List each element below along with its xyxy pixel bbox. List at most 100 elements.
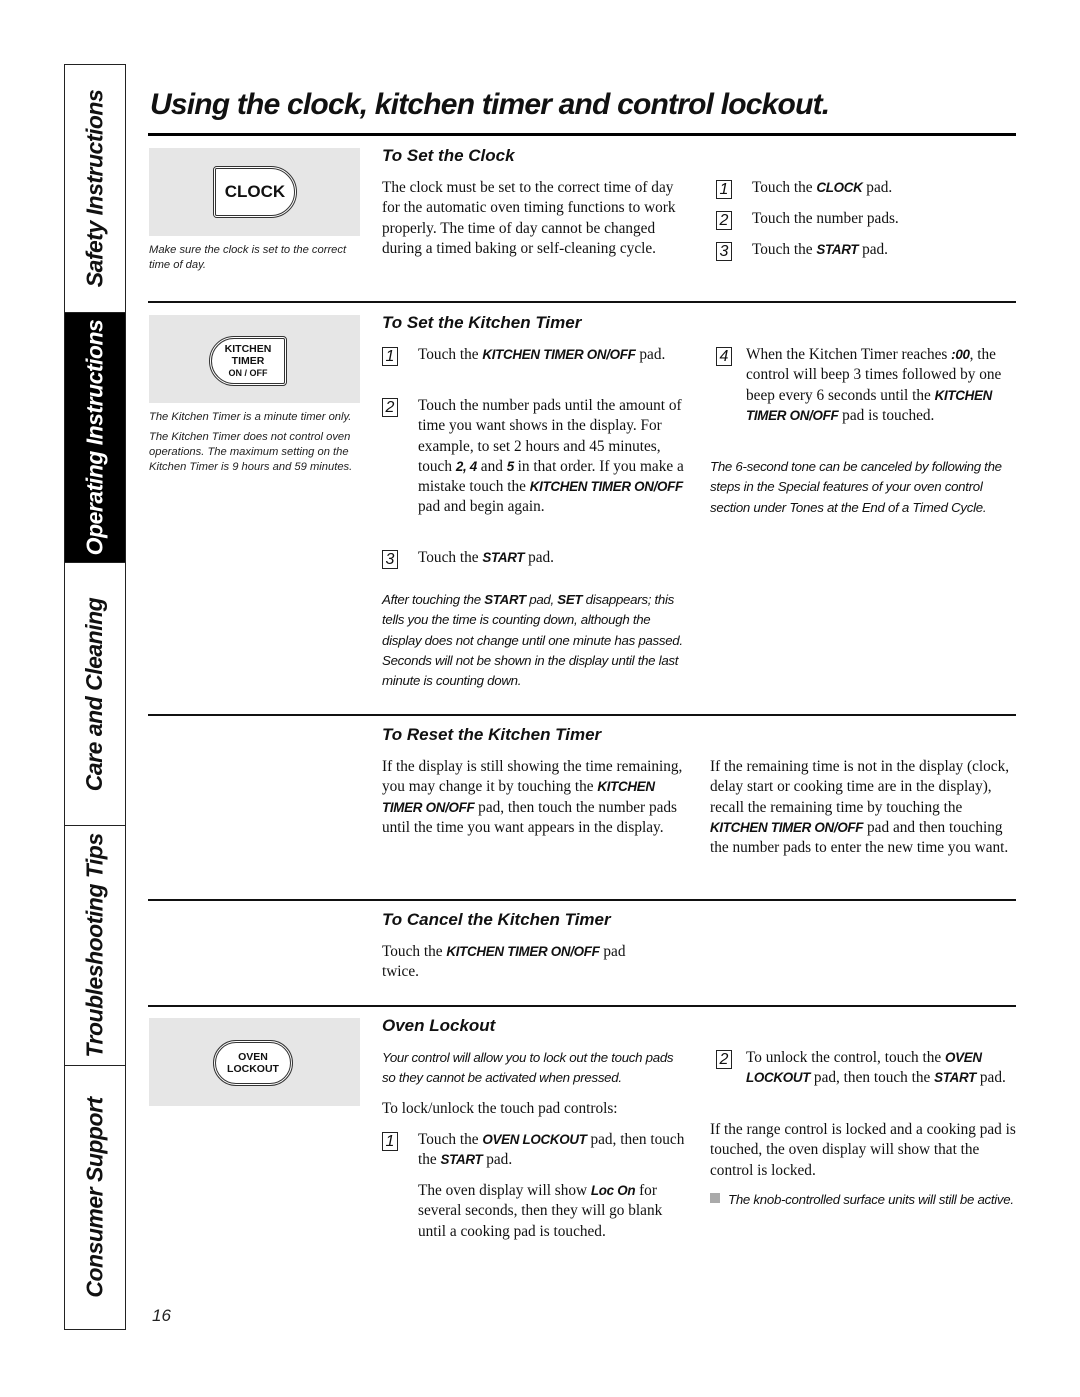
step-number: 3 [382, 550, 398, 569]
set-clock-intro: The clock must be set to the correct tim… [382, 178, 692, 259]
reset-timer-heading: To Reset the Kitchen Timer [382, 725, 602, 744]
cancel-paragraph: Touch the KITCHEN TIMER ON/OFF pad twice… [382, 942, 642, 983]
pad-label: LOCKOUT [227, 1063, 279, 1075]
pad-name: START [440, 1152, 483, 1168]
clock-step-3: 3 Touch the START pad. [716, 240, 1016, 261]
lockout-intro-note: Your control will allow you to lock out … [382, 1050, 674, 1086]
caption-text: The Kitchen Timer is a minute timer only… [149, 411, 352, 423]
timer-step-3: 3 Touch the START pad. [382, 548, 692, 569]
note-text: After touching the [382, 592, 485, 607]
step-text: Touch the [752, 241, 817, 258]
pad-label: KITCHEN [224, 343, 272, 355]
pad-name: START [482, 550, 525, 565]
note-text: pad, [525, 592, 558, 607]
tab-label: Troubleshooting Tips [81, 833, 108, 1058]
reset-left-paragraph: If the display is still showing the time… [382, 757, 697, 838]
step-number: 1 [382, 1132, 398, 1151]
lockout-display-note: The oven display will show Loc On for se… [418, 1181, 688, 1242]
tone-note: The 6-second tone can be canceled by fol… [710, 459, 1002, 515]
pad-label: ON / OFF [228, 368, 268, 378]
step-text: pad. [635, 346, 666, 363]
step-number: 3 [716, 242, 732, 261]
paragraph-text: If the remaining time is not in the disp… [710, 758, 1010, 816]
step-text: pad. [976, 1069, 1006, 1087]
step-text: pad. [862, 179, 893, 196]
step-number: 1 [382, 347, 398, 366]
tab-label: Safety Instructions [81, 89, 108, 288]
step-text: When the Kitchen Timer reaches [746, 346, 952, 363]
step-text: pad and begin again. [418, 498, 545, 516]
step-text: pad. [858, 241, 889, 258]
timer-step-2: 2 Touch the number pads until the amount… [382, 396, 692, 518]
locked-info-paragraph: If the range control is locked and a coo… [710, 1121, 1016, 1179]
set-clock-heading: To Set the Clock [382, 146, 515, 165]
step-text: Touch the [752, 179, 817, 196]
pad-name: START [816, 242, 859, 257]
paragraph-text: Touch the [382, 943, 447, 960]
section-divider [148, 1005, 1016, 1007]
step-text: Touch the [418, 1131, 483, 1148]
section-divider [148, 899, 1016, 901]
timer-step-1: 1 Touch the KITCHEN TIMER ON/OFF pad. [382, 345, 692, 366]
step-text: pad is touched. [838, 406, 935, 424]
note-text: The knob-controlled surface units will s… [728, 1192, 1014, 1207]
step-number: 2 [716, 1050, 732, 1069]
clock-step-2: 2 Touch the number pads. [716, 209, 1016, 230]
lockout-lead: To lock/unlock the touch pad controls: [382, 1100, 618, 1117]
step-number: 2 [716, 211, 732, 230]
tab-label: Operating Instructions [81, 319, 108, 556]
tab-care-and-cleaning[interactable]: Care and Cleaning [65, 563, 125, 826]
oven-lockout-heading: Oven Lockout [382, 1016, 496, 1035]
kitchen-timer-pad-icon: KITCHEN TIMER ON / OFF [209, 336, 287, 386]
paragraph-text: The oven display will show [418, 1182, 591, 1199]
bullet-square-icon [710, 1193, 720, 1203]
page-number: 16 [152, 1306, 171, 1325]
title-divider [148, 133, 1016, 136]
number-keys: 5 [506, 458, 514, 474]
step-number: 4 [716, 347, 732, 366]
oven-lockout-pad-icon: OVEN LOCKOUT [213, 1040, 293, 1086]
clock-step-1: 1 Touch the CLOCK pad. [716, 178, 1016, 199]
section-divider [148, 714, 1016, 716]
pad-name: START [934, 1070, 977, 1086]
clock-pad-icon: CLOCK [213, 166, 297, 218]
pad-name: OVEN LOCKOUT [482, 1132, 587, 1147]
step-text: and [476, 457, 507, 475]
cancel-timer-heading: To Cancel the Kitchen Timer [382, 910, 611, 929]
tab-operating-instructions[interactable]: Operating Instructions [65, 313, 125, 563]
step-text: Touch the [418, 549, 483, 566]
lockout-step-2: 2 To unlock the control, touch the OVEN … [716, 1048, 1022, 1089]
tab-consumer-support[interactable]: Consumer Support [65, 1066, 125, 1328]
step-text: Touch the number pads. [752, 210, 899, 227]
step-text: pad, then touch the [810, 1069, 935, 1087]
pad-name: KITCHEN TIMER ON/OFF [446, 944, 600, 959]
section-divider [148, 301, 1016, 303]
pad-name: KITCHEN TIMER ON/OFF [529, 479, 684, 495]
page-title: Using the clock, kitchen timer and contr… [150, 88, 830, 121]
step-text: Touch the [418, 346, 483, 363]
start-note: After touching the START pad, SET disapp… [382, 590, 692, 691]
set-timer-heading: To Set the Kitchen Timer [382, 313, 582, 332]
step-text: pad. [482, 1151, 513, 1169]
pad-label: TIMER [231, 355, 265, 367]
lockout-step-1: 1 Touch the OVEN LOCKOUT pad, then touch… [382, 1130, 692, 1171]
step-number: 2 [382, 398, 398, 417]
pad-label: OVEN [238, 1051, 268, 1063]
display-value: Loc On [590, 1183, 636, 1198]
tab-safety-instructions[interactable]: Safety Instructions [65, 65, 125, 313]
kitchen-timer-caption: The Kitchen Timer is a minute timer only… [149, 410, 364, 480]
step-number: 1 [716, 180, 732, 199]
tab-label: Consumer Support [81, 1096, 108, 1298]
number-keys: 2, 4 [455, 458, 477, 474]
pad-name: CLOCK [816, 180, 863, 195]
section-tabs: Safety Instructions Operating Instructio… [64, 64, 126, 1330]
pad-label: CLOCK [224, 182, 286, 201]
display-word: SET [557, 592, 583, 607]
tab-troubleshooting-tips[interactable]: Troubleshooting Tips [65, 826, 125, 1066]
reset-right-paragraph: If the remaining time is not in the disp… [710, 757, 1020, 858]
tab-label: Care and Cleaning [81, 597, 108, 791]
pad-name: KITCHEN TIMER ON/OFF [710, 819, 864, 835]
surface-units-note: The knob-controlled surface units will s… [710, 1190, 1018, 1210]
display-value: :00 [951, 347, 970, 362]
paragraph: The clock must be set to the correct tim… [382, 179, 676, 257]
